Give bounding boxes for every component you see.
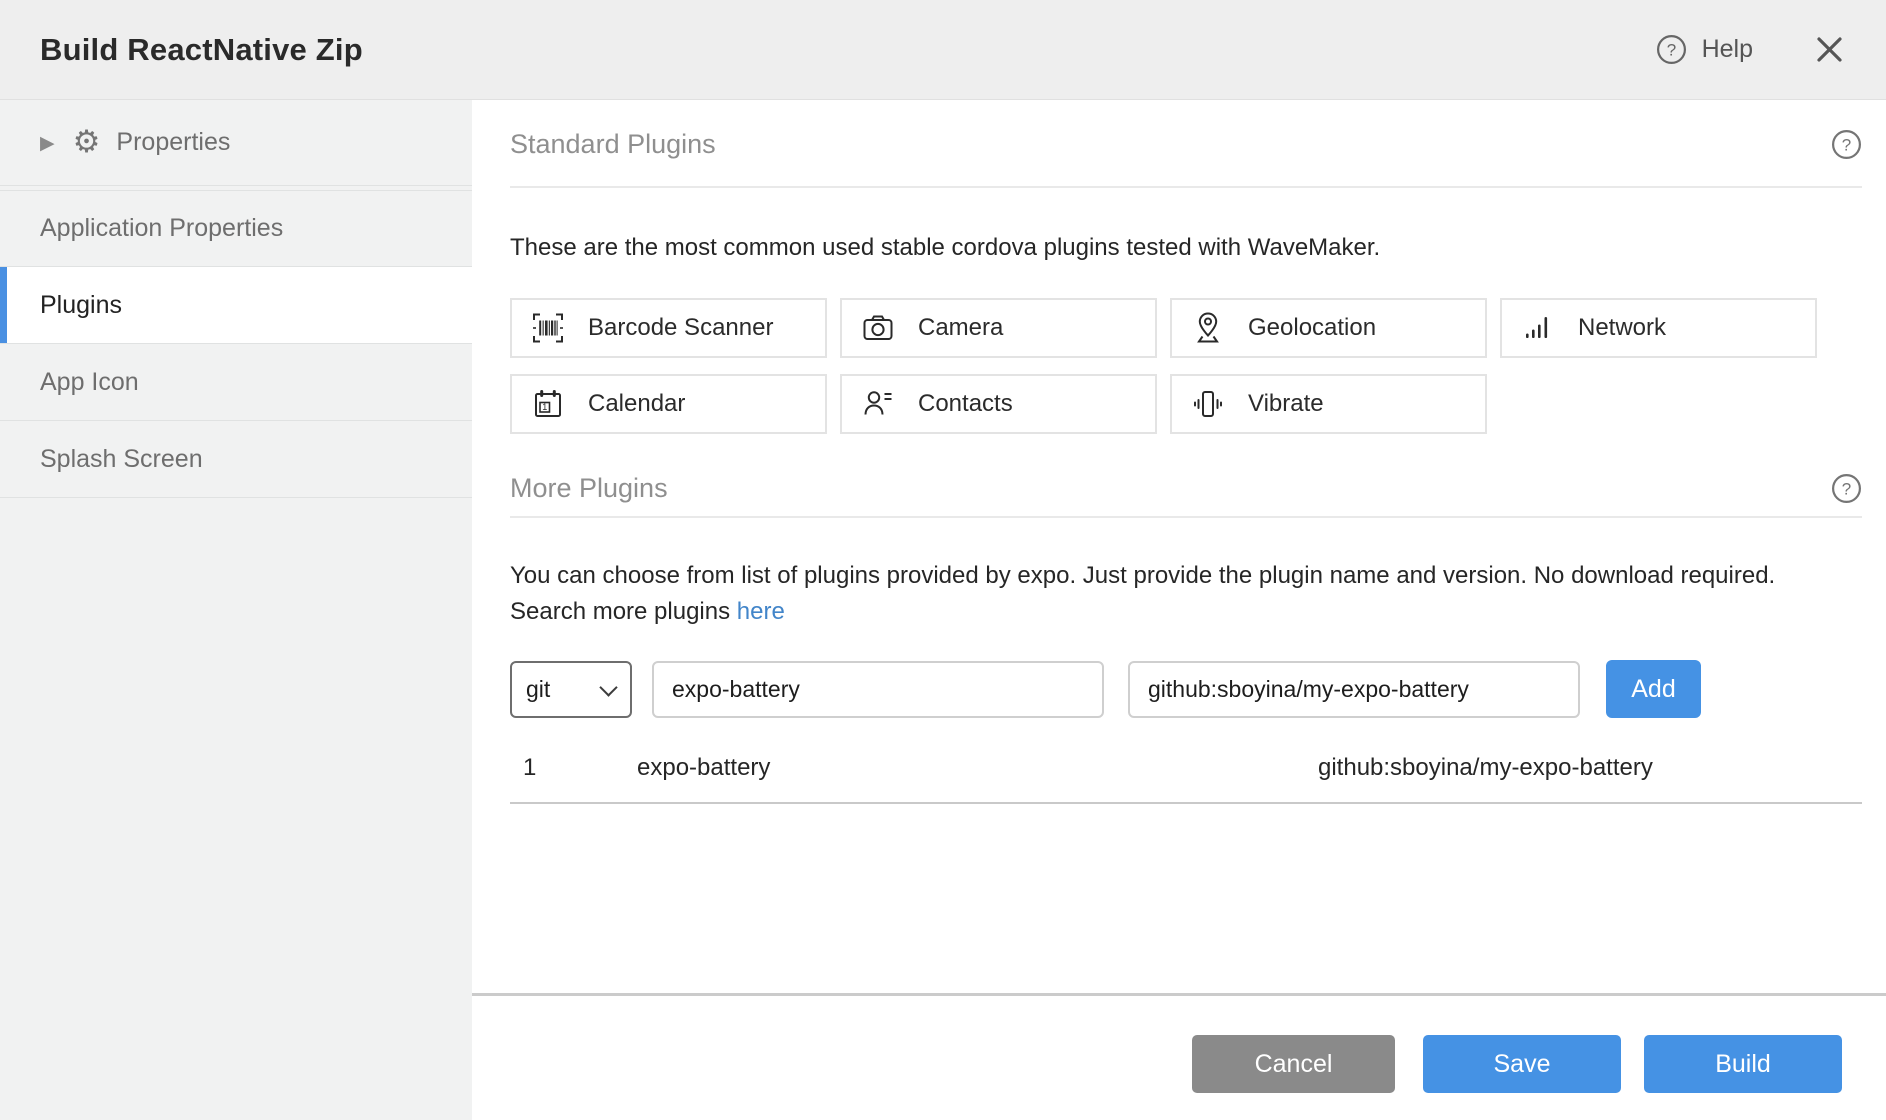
table-row: 1 expo-battery github:sboyina/my-expo-ba… [510,740,1862,804]
plugin-name-input[interactable] [652,661,1104,718]
plugin-card-calendar[interactable]: 1 Calendar [510,374,827,434]
close-icon [1815,35,1844,64]
barcode-scanner-icon [530,310,566,346]
plugin-source-select-wrap: git [510,661,632,718]
help-icon: ? [1656,34,1687,65]
more-plugins-description-line1: You can choose from list of plugins prov… [510,562,1775,589]
close-button[interactable] [1815,35,1844,64]
standard-plugins-description: These are the most common used stable co… [510,230,1862,266]
sidebar-item-splash-screen[interactable]: Splash Screen [0,421,472,498]
plugin-card-label: Vibrate [1248,390,1324,418]
more-plugins-description-line2: Search more plugins [510,598,730,625]
svg-text:?: ? [1842,135,1851,154]
divider [510,186,1862,188]
svg-text:?: ? [1666,41,1675,60]
contacts-icon [860,386,896,422]
sidebar-item-properties[interactable]: ▶ ⚙ Properties [0,100,472,186]
dialog-header: Build ReactNative Zip ? Help [0,0,1886,100]
save-button[interactable]: Save [1423,1035,1621,1093]
vibrate-phone-icon [1190,386,1226,422]
divider [510,516,1862,518]
more-plugins-description: You can choose from list of plugins prov… [510,558,1862,630]
geolocation-pin-icon [1190,310,1226,346]
plugin-card-contacts[interactable]: Contacts [840,374,1157,434]
plugin-card-vibrate[interactable]: Vibrate [1170,374,1487,434]
content-spacer [472,804,1886,993]
sidebar-item-plugins[interactable]: Plugins [0,267,472,344]
row-index: 1 [510,754,637,782]
sidebar: ▶ ⚙ Properties Application Properties Pl… [0,100,472,1120]
sidebar-item-label: Properties [116,128,230,157]
help-label: Help [1702,35,1753,64]
cancel-button[interactable]: Cancel [1192,1035,1395,1093]
sidebar-item-label: Plugins [40,291,122,320]
camera-icon [860,310,896,346]
search-plugins-link[interactable]: here [737,598,785,625]
add-plugin-button[interactable]: Add [1606,660,1701,718]
caret-right-icon: ▶ [40,132,55,154]
sidebar-item-label: Application Properties [40,214,283,243]
build-reactnative-dialog: Build ReactNative Zip ? Help ▶ ⚙ [0,0,1886,1120]
add-plugin-form: git Add [510,660,1862,718]
plugin-card-camera[interactable]: Camera [840,298,1157,358]
plugin-source-select[interactable]: git [510,661,632,718]
plugin-card-label: Geolocation [1248,314,1376,342]
svg-text:?: ? [1842,479,1851,498]
plugin-card-label: Barcode Scanner [588,314,773,342]
plugin-card-label: Camera [918,314,1003,342]
plugin-version-input[interactable] [1128,661,1580,718]
calendar-icon: 1 [530,386,566,422]
plugin-card-label: Contacts [918,390,1013,418]
build-button[interactable]: Build [1644,1035,1842,1093]
plugin-card-label: Network [1578,314,1666,342]
standard-plugins-grid: Barcode Scanner Camera [510,298,1862,434]
added-plugins-table: 1 expo-battery github:sboyina/my-expo-ba… [510,740,1862,804]
gear-icon: ⚙ [73,127,101,158]
plugin-card-label: Calendar [588,390,685,418]
signal-bars-icon [1520,310,1556,346]
section-help-icon[interactable]: ? [1831,129,1862,160]
row-plugin-version: github:sboyina/my-expo-battery [1318,754,1862,782]
sidebar-item-app-icon[interactable]: App Icon [0,344,472,421]
dialog-footer: Cancel Save Build [472,993,1886,1093]
sidebar-item-label: App Icon [40,368,139,397]
row-plugin-name: expo-battery [637,754,1318,782]
sidebar-item-application-properties[interactable]: Application Properties [0,190,472,267]
more-plugins-title: More Plugins [510,470,668,506]
main-panel: Standard Plugins ? These are the most co… [472,100,1886,1120]
plugin-card-geolocation[interactable]: Geolocation [1170,298,1487,358]
section-help-icon[interactable]: ? [1831,473,1862,504]
plugin-card-network[interactable]: Network [1500,298,1817,358]
sidebar-item-label: Splash Screen [40,445,203,474]
help-button[interactable]: ? Help [1656,34,1753,65]
svg-text:1: 1 [542,402,547,412]
plugin-card-barcode-scanner[interactable]: Barcode Scanner [510,298,827,358]
page-title: Build ReactNative Zip [40,32,363,68]
standard-plugins-title: Standard Plugins [510,126,716,162]
